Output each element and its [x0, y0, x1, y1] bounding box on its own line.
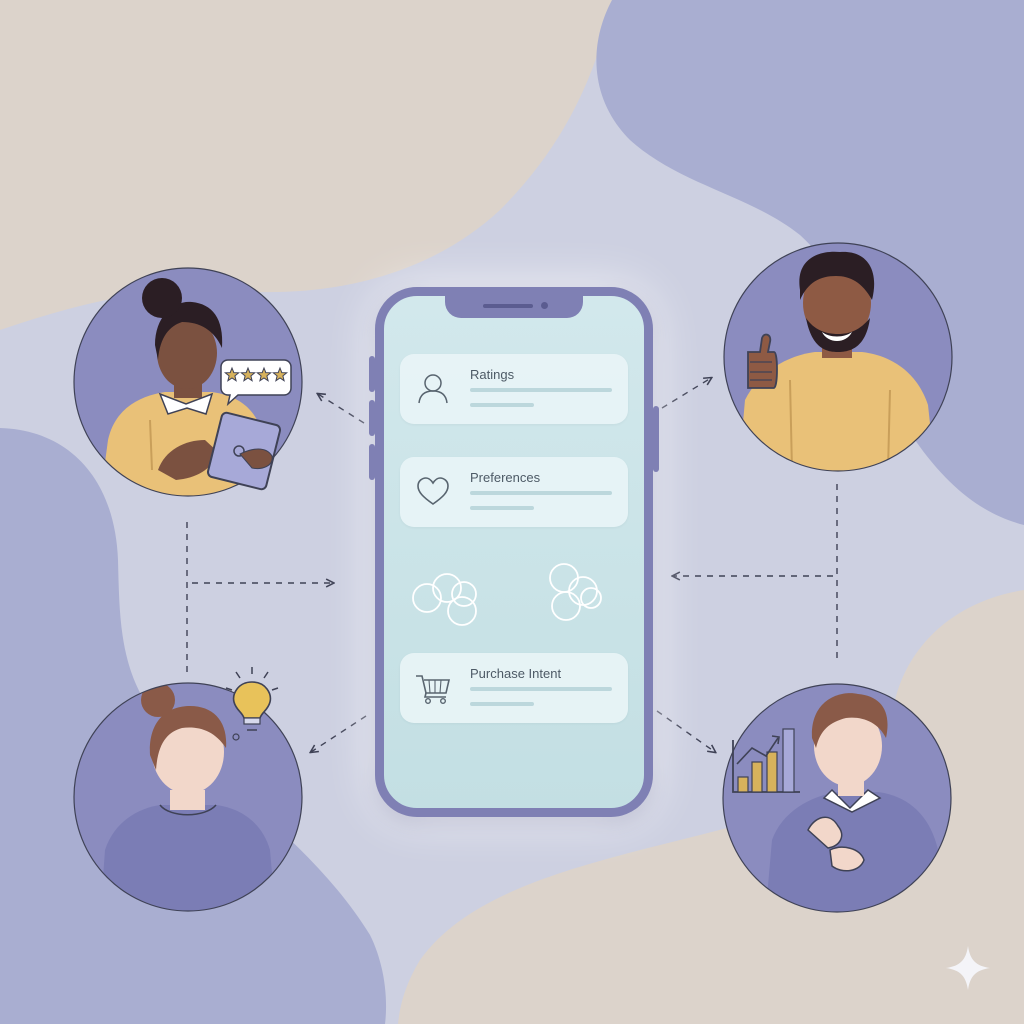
overlapping-circles-icon: [412, 573, 477, 626]
placeholder-line: [470, 687, 612, 691]
placeholder-line: [470, 403, 534, 407]
overlapping-circles-icon: [549, 563, 602, 621]
purchase-intent-card[interactable]: Purchase Intent: [400, 653, 628, 723]
phone-speaker: [483, 304, 533, 308]
preferences-label: Preferences: [470, 470, 541, 485]
user-icon: [418, 374, 448, 404]
preferences-card[interactable]: Preferences: [400, 457, 628, 527]
ratings-label: Ratings: [470, 367, 515, 382]
phone-side-button: [369, 444, 375, 480]
phone-camera: [541, 302, 548, 309]
purchase-intent-label: Purchase Intent: [470, 666, 562, 681]
placeholder-line: [470, 388, 612, 392]
placeholder-line: [470, 491, 612, 495]
phone-notch: [445, 294, 583, 318]
placeholder-line: [470, 702, 534, 706]
smartphone: Ratings Preferences Purchase Intent: [369, 287, 659, 817]
placeholder-line: [470, 506, 534, 510]
phone-side-button: [369, 400, 375, 436]
phone-side-button: [369, 356, 375, 392]
heart-icon: [417, 477, 449, 505]
sparkle-icon: [946, 946, 990, 990]
shopping-cart-icon: [416, 675, 451, 705]
phone-power-button: [653, 406, 659, 472]
ratings-card[interactable]: Ratings: [400, 354, 628, 424]
